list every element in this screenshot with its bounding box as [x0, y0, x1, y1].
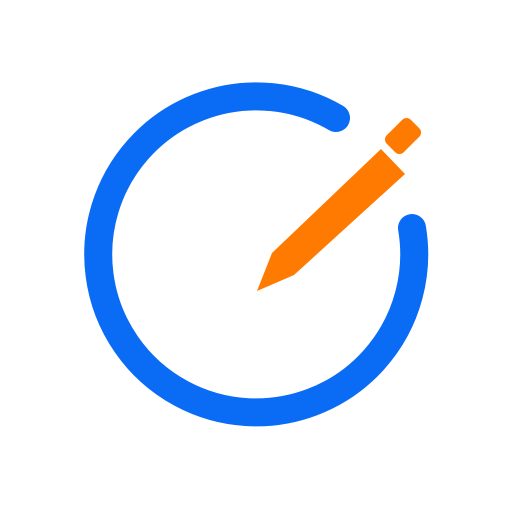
pencil-cap: [384, 117, 422, 155]
app-icon-canvas: [0, 0, 512, 512]
pencil-body: [257, 149, 405, 291]
ring-icon: [84, 82, 429, 427]
pencil-icon: [257, 117, 422, 291]
edit-pencil-circle-icon: [84, 82, 429, 427]
